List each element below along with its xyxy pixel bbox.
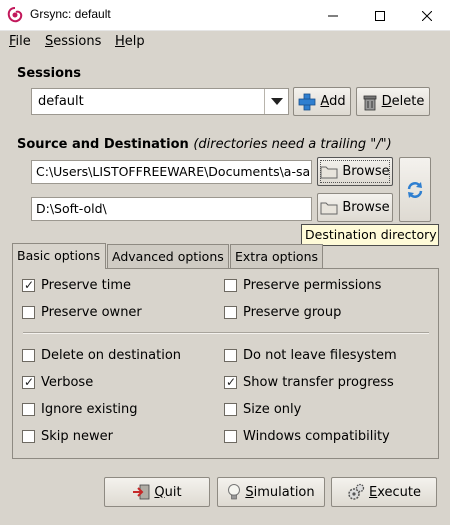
grsync-app-icon <box>7 7 23 23</box>
checkbox-label: Size only <box>243 402 302 417</box>
destination-path-input[interactable]: D:\Soft-old\ <box>31 197 312 221</box>
menu-file[interactable]: File <box>9 34 31 49</box>
skip-newer-checkbox[interactable]: Skip newer <box>22 429 113 444</box>
checkbox-box[interactable] <box>22 430 35 443</box>
menu-help[interactable]: Help <box>115 34 145 49</box>
checkmark-icon: ✓ <box>24 278 35 292</box>
lightbulb-icon <box>228 484 241 500</box>
checkbox-box[interactable]: ✓ <box>22 375 35 389</box>
checkbox-box[interactable] <box>22 349 35 362</box>
checkbox-box[interactable]: ✓ <box>22 278 35 292</box>
close-icon <box>422 10 432 21</box>
preserve-time-checkbox[interactable]: ✓ Preserve time <box>22 278 131 293</box>
menu-sessions[interactable]: Sessions <box>45 34 101 49</box>
source-destination-title: Source and Destination <box>17 137 189 152</box>
maximize-button[interactable] <box>357 0 403 31</box>
checkbox-label: Preserve permissions <box>243 278 382 293</box>
windows-compatibility-checkbox[interactable]: Windows compatibility <box>224 429 390 444</box>
checkbox-label: Show transfer progress <box>243 375 394 390</box>
plus-icon <box>299 93 316 110</box>
checkbox-label: Ignore existing <box>41 402 138 417</box>
checkbox-box[interactable]: ✓ <box>224 375 237 389</box>
session-select-value: default <box>38 94 84 109</box>
swap-source-destination-button[interactable] <box>399 157 431 222</box>
close-button[interactable] <box>404 0 450 31</box>
folder-icon <box>320 166 338 178</box>
trash-icon <box>363 95 377 110</box>
checkbox-box[interactable] <box>22 403 35 416</box>
preserve-owner-checkbox[interactable]: Preserve owner <box>22 305 142 320</box>
basic-options-panel: ✓ Preserve time Preserve permissions Pre… <box>12 268 439 459</box>
tab-basic-options[interactable]: Basic options <box>12 243 106 269</box>
browse-source-button[interactable]: Browse <box>317 157 393 186</box>
window-title: Grsync: default <box>30 7 111 21</box>
delete-on-destination-checkbox[interactable]: Delete on destination <box>22 348 181 363</box>
session-select[interactable]: default <box>31 88 289 115</box>
destination-tooltip: Destination directory <box>301 224 439 246</box>
minimize-button[interactable] <box>310 0 356 31</box>
chevron-down-icon <box>271 98 283 105</box>
trailing-slash-note: (directories need a trailing "/") <box>193 137 392 152</box>
quit-button[interactable]: Quit <box>104 477 210 507</box>
checkbox-box[interactable] <box>22 306 35 319</box>
title-bar: Grsync: default <box>0 0 450 31</box>
add-session-button[interactable]: Add <box>293 87 351 116</box>
delete-session-button[interactable]: Delete <box>356 87 430 116</box>
checkbox-label: Preserve group <box>243 305 342 320</box>
checkbox-label: Preserve time <box>41 278 131 293</box>
refresh-swap-icon <box>407 181 423 198</box>
folder-icon <box>320 202 338 214</box>
checkbox-box[interactable] <box>224 349 237 362</box>
checkbox-box[interactable] <box>224 403 237 416</box>
ignore-existing-checkbox[interactable]: Ignore existing <box>22 402 138 417</box>
source-destination-heading: Source and Destination (directories need… <box>17 137 392 152</box>
checkbox-label: Skip newer <box>41 429 113 444</box>
execute-button[interactable]: Execute <box>331 477 437 507</box>
checkbox-label: Do not leave filesystem <box>243 348 397 363</box>
browse-destination-button[interactable]: Browse <box>317 193 393 222</box>
checkbox-label: Verbose <box>41 375 94 390</box>
source-path-input[interactable]: C:\Users\LISTOFFREEWARE\Documents\a-sa <box>31 160 312 184</box>
menu-bar: File Sessions Help <box>0 31 450 54</box>
tab-advanced-options[interactable]: Advanced options <box>107 244 229 268</box>
show-transfer-progress-checkbox[interactable]: ✓ Show transfer progress <box>224 375 394 390</box>
session-dropdown-toggle[interactable] <box>264 89 288 114</box>
browse-source-label: Browse <box>342 164 390 179</box>
simulation-button[interactable]: Simulation <box>217 477 325 507</box>
minimize-icon <box>328 15 338 16</box>
checkmark-icon: ✓ <box>226 375 237 389</box>
preserve-group-checkbox[interactable]: Preserve group <box>224 305 341 320</box>
preserve-permissions-checkbox[interactable]: Preserve permissions <box>224 278 381 293</box>
size-only-checkbox[interactable]: Size only <box>224 402 301 417</box>
maximize-icon <box>375 10 385 21</box>
options-separator <box>23 332 429 334</box>
checkbox-label: Preserve owner <box>41 305 142 320</box>
checkbox-box[interactable] <box>224 279 237 292</box>
checkmark-icon: ✓ <box>24 375 35 389</box>
checkbox-box[interactable] <box>224 430 237 443</box>
checkbox-label: Delete on destination <box>41 348 182 363</box>
sessions-heading: Sessions <box>17 66 82 81</box>
exit-door-icon <box>133 484 150 500</box>
checkbox-label: Windows compatibility <box>243 429 390 444</box>
checkbox-box[interactable] <box>224 306 237 319</box>
do-not-leave-filesystem-checkbox[interactable]: Do not leave filesystem <box>224 348 397 363</box>
gears-icon <box>348 483 365 500</box>
tab-extra-options[interactable]: Extra options <box>230 244 323 268</box>
verbose-checkbox[interactable]: ✓ Verbose <box>22 375 93 390</box>
browse-destination-label: Browse <box>342 200 390 215</box>
